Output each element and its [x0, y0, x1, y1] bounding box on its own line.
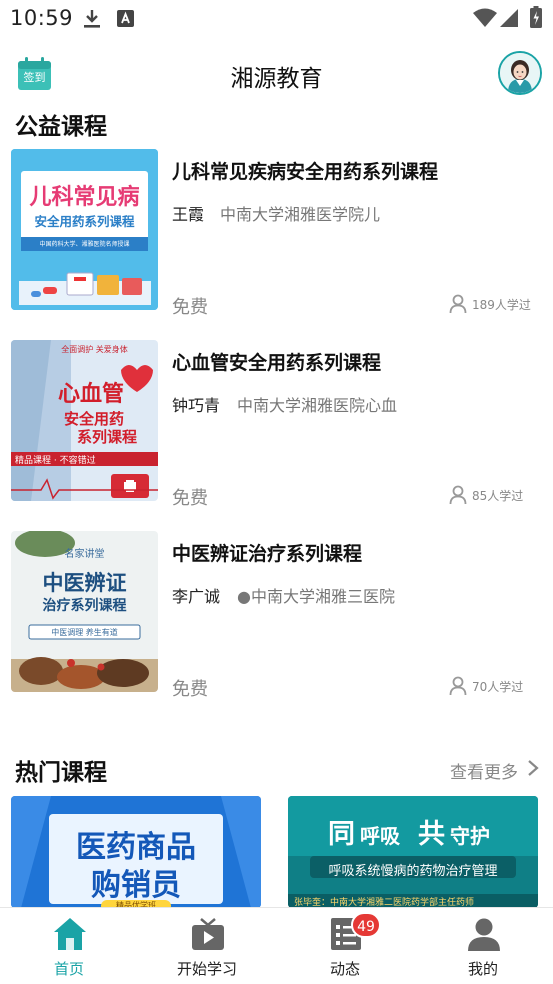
- home-icon: [54, 918, 86, 950]
- app-header: 签到 湘源教育: [0, 45, 553, 105]
- course-teacher: 李广诚: [172, 587, 221, 606]
- course-school: 中南大学湘雅医院心血: [237, 396, 398, 415]
- course-title: 儿科常见疾病安全用药系列课程: [172, 161, 439, 183]
- course-school: ●中南大学湘雅三医院: [237, 587, 395, 606]
- person-icon: [449, 676, 467, 696]
- course-price: 免费: [172, 488, 208, 509]
- thumb-title: 儿科常见病: [29, 185, 140, 210]
- thumb-title: 心血管: [57, 382, 124, 407]
- tab-label: 首页: [53, 960, 84, 978]
- hot-card-title-part4: 守护: [450, 824, 490, 848]
- avatar[interactable]: [498, 51, 542, 95]
- avatar-illustration: [500, 53, 540, 93]
- tab-mine[interactable]: 我的: [414, 908, 552, 984]
- hot-course-card[interactable]: 医药商品 购销员 精品优学班: [11, 796, 261, 908]
- course-thumbnail: 名家讲堂 中医辨证 治疗系列课程 中医调理 养生有道: [11, 531, 158, 692]
- course-title: 心血管安全用药系列课程: [172, 352, 382, 374]
- thumb-title: 中医辨证: [42, 570, 127, 595]
- tab-label: 我的: [467, 960, 498, 978]
- thumb-subtitle: 安全用药系列课程: [34, 214, 135, 229]
- tab-start-learning[interactable]: 开始学习: [138, 908, 276, 984]
- section-title-hot-courses: 热门课程: [15, 760, 107, 786]
- section-title-public-courses: 公益课程: [15, 114, 107, 140]
- wifi-icon: [473, 8, 497, 27]
- course-learners: 189人学过: [472, 298, 531, 312]
- course-price: 免费: [172, 679, 208, 700]
- course-learners: 70人学过: [472, 680, 524, 694]
- hot-course-cover-respiratory: [288, 796, 538, 908]
- course-teacher: 钟巧青: [172, 396, 221, 415]
- thumb-subtitle: 治疗系列课程: [42, 598, 127, 614]
- status-time: 10:59: [10, 6, 74, 30]
- thumb-tagline: 全面调护 关爱身体: [61, 345, 128, 354]
- signal-icon: [500, 9, 518, 27]
- hot-card-subtitle: 购销员: [91, 868, 181, 903]
- tab-news[interactable]: 动态: [276, 908, 414, 984]
- status-bar: 10:59: [0, 0, 553, 38]
- hot-card-title-part2: 呼吸: [360, 824, 400, 848]
- course-thumbnail: 全面调护 关爱身体 心血管 安全用药 系列课程 精品课程 · 不容错过: [11, 340, 158, 501]
- thumb-tagline: 名家讲堂: [64, 549, 105, 560]
- download-icon: [84, 10, 100, 28]
- notification-badge: 49: [351, 912, 381, 938]
- tab-home[interactable]: 首页: [0, 908, 138, 984]
- course-item[interactable]: 名家讲堂 中医辨证 治疗系列课程 中医调理 养生有道 中医辨证治疗系列课程 李广…: [0, 531, 553, 707]
- course-item[interactable]: 全面调护 关爱身体 心血管 安全用药 系列课程 精品课程 · 不容错过 心血管安…: [0, 340, 553, 516]
- thumb-caption: 精品课程 · 不容错过: [15, 456, 96, 466]
- bottom-tab-bar: 首页 开始学习 动态 我的: [0, 907, 553, 984]
- app-screen: 10:59 签到 湘源教育 公益课程 儿科常见病 安全用药系列课程 中国药科大学…: [0, 0, 553, 984]
- view-more-label: 查看更多: [450, 763, 518, 783]
- person-icon: [449, 485, 467, 505]
- hot-course-card[interactable]: 同 呼吸 共 守护 呼吸系统慢病的药物治疗管理 张毕奎：中南大学湘雅二医院药学部…: [288, 796, 538, 908]
- thumb-caption: 中国药科大学、湘雅医院名师授课: [39, 241, 130, 248]
- course-thumbnail: 儿科常见病 安全用药系列课程 中国药科大学、湘雅医院名师授课: [11, 149, 158, 310]
- course-school: 中南大学湘雅医学院儿: [220, 205, 381, 224]
- course-learners: 85人学过: [472, 489, 524, 503]
- course-price: 免费: [172, 297, 208, 318]
- tv-play-icon: [192, 918, 224, 950]
- chevron-right-icon: [528, 760, 539, 776]
- font-app-icon: [117, 10, 134, 27]
- hot-card-title-part3: 共: [418, 819, 445, 850]
- tab-label: 动态: [329, 960, 360, 978]
- hot-card-subtitle: 呼吸系统慢病的药物治疗管理: [328, 864, 498, 879]
- person-icon: [449, 294, 467, 314]
- thumb-caption: 中医调理 养生有道: [51, 628, 118, 637]
- user-icon: [468, 918, 500, 951]
- course-item[interactable]: 儿科常见病 安全用药系列课程 中国药科大学、湘雅医院名师授课 儿科常见疾病安全用…: [0, 149, 553, 325]
- hot-card-title-part1: 同: [328, 819, 355, 850]
- course-teacher: 王霞: [172, 205, 205, 224]
- course-title: 中医辨证治疗系列课程: [172, 543, 363, 565]
- tab-label: 开始学习: [176, 960, 237, 978]
- battery-charging-icon: [530, 6, 542, 28]
- thumb-subtitle-2: 系列课程: [76, 428, 137, 446]
- page-title: 湘源教育: [230, 66, 323, 92]
